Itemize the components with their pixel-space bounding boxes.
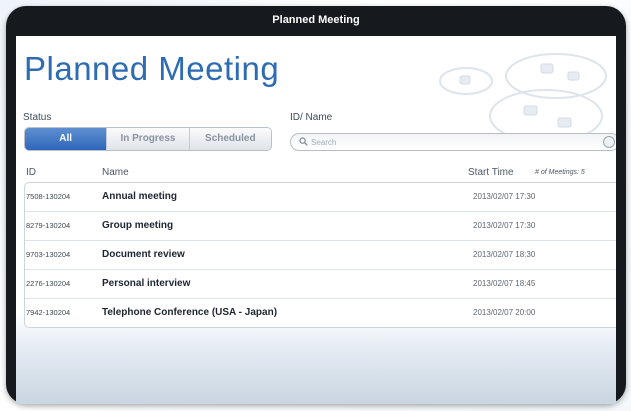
status-all-button[interactable]: All [25, 128, 107, 150]
row-name: Document review [102, 249, 185, 260]
table-row[interactable]: 7508-130204 Annual meeting 2013/02/07 17… [25, 183, 616, 211]
row-start-time: 2013/02/07 17:30 [473, 192, 536, 201]
column-header-name: Name [102, 167, 129, 178]
row-id: 7942-130204 [26, 308, 71, 317]
row-id: 8279-130204 [26, 221, 71, 230]
idname-label: ID/ Name [290, 112, 333, 123]
column-header-start-time: Start Time [468, 167, 514, 178]
status-label: Status [23, 112, 52, 123]
status-segmented-control: All In Progress Scheduled [24, 127, 272, 151]
table-row[interactable]: 2276-130204 Personal interview 2013/02/0… [25, 269, 616, 298]
status-in-progress-button[interactable]: In Progress [106, 128, 189, 150]
device-frame: Planned Meeting Planned Meeting Status I… [6, 6, 626, 404]
search-icon [299, 137, 308, 146]
row-name: Telephone Conference (USA - Japan) [102, 307, 278, 318]
search-field[interactable] [290, 133, 616, 151]
table-row[interactable]: 7942-130204 Telephone Conference (USA - … [25, 298, 616, 327]
status-scheduled-button[interactable]: Scheduled [188, 128, 271, 150]
row-name: Group meeting [102, 220, 174, 231]
row-id: 7508-130204 [26, 192, 71, 201]
meetings-count: # of Meetings: 5 [535, 169, 585, 176]
row-id: 9703-130204 [26, 250, 71, 259]
clear-icon[interactable] [603, 136, 615, 148]
search-input[interactable] [311, 136, 591, 148]
window-title: Planned Meeting [272, 14, 360, 26]
row-start-time: 2013/02/07 20:00 [473, 308, 536, 317]
row-start-time: 2013/02/07 18:45 [473, 279, 536, 288]
row-start-time: 2013/02/07 17:30 [473, 221, 536, 230]
row-id: 2276-130204 [26, 279, 71, 288]
row-name: Annual meeting [102, 191, 178, 202]
page-title: Planned Meeting [24, 50, 280, 87]
table-row[interactable]: 8279-130204 Group meeting 2013/02/07 17:… [25, 211, 616, 240]
row-start-time: 2013/02/07 18:30 [473, 250, 536, 259]
meetings-table: 7508-130204 Annual meeting 2013/02/07 17… [24, 182, 616, 328]
row-name: Personal interview [102, 278, 191, 289]
table-row[interactable]: 9703-130204 Document review 2013/02/07 1… [25, 240, 616, 269]
app-screen: Planned Meeting Status ID/ Name All In P… [16, 36, 616, 404]
column-header-id: ID [26, 167, 36, 178]
